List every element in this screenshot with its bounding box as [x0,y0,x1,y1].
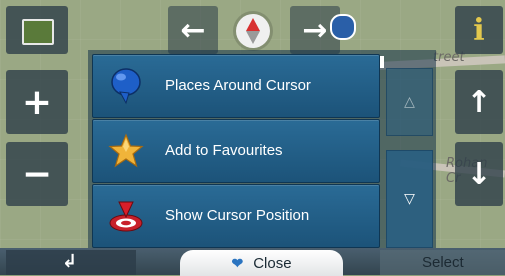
scroll-down-button[interactable]: ▽ [386,150,433,248]
select-label: Select [422,254,464,271]
triangle-down-icon: ▽ [404,191,415,207]
close-button[interactable]: ❤ Close [180,250,343,276]
back-arrow-icon: ↲ [62,251,78,272]
menu-item-label: Show Cursor Position [165,207,310,224]
select-button[interactable]: Select [380,250,505,275]
scroll-up-button[interactable]: △ [386,68,433,136]
scroll-thumb[interactable] [380,56,384,68]
menu-item-label: Add to Favourites [165,142,283,159]
compass-icon [246,18,260,31]
star-icon [108,133,144,168]
blue-pin-icon [111,68,141,105]
pan-left-button[interactable]: ← [168,6,218,54]
menu-item-label: Places Around Cursor [165,77,311,94]
zoom-out-button[interactable]: − [6,142,68,206]
map-layers-icon [22,19,54,45]
tilt-up-button[interactable]: ↑ [455,70,503,134]
back-button[interactable]: ↲ [6,250,136,275]
arrow-down-icon: ↓ [466,156,492,192]
close-label: Close [253,254,292,272]
arrow-left-icon: ← [180,12,206,48]
info-icon: i [473,12,485,48]
show-cursor-position-button[interactable]: Show Cursor Position [92,184,380,248]
zoom-in-button[interactable]: + [6,70,68,134]
tilt-down-button[interactable]: ↓ [455,142,503,206]
compass-button[interactable] [236,14,270,48]
gps-position-icon [330,14,356,40]
target-marker-icon [109,201,143,232]
menu-button[interactable] [6,6,68,54]
info-button[interactable]: i [455,6,503,54]
plus-icon: + [21,81,53,123]
add-to-favourites-button[interactable]: Add to Favourites [92,119,380,183]
arrow-up-icon: ↑ [466,84,492,120]
places-around-cursor-button[interactable]: Places Around Cursor [92,54,380,118]
triangle-up-icon: △ [404,94,415,110]
chevron-down-icon: ❤ [231,254,244,271]
minus-icon: − [21,153,53,195]
compass-needle-south [246,31,260,44]
